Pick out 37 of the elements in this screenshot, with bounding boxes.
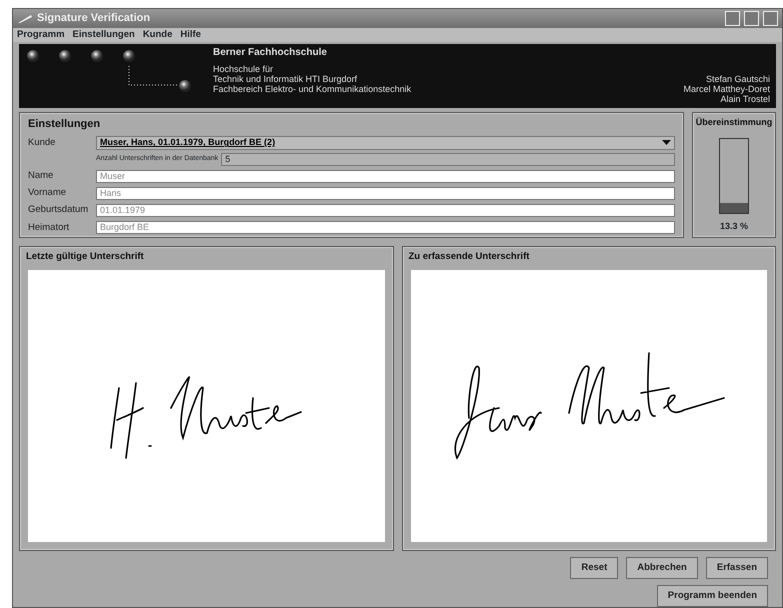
panel-title: Zu erfassende Unterschrift (408, 250, 530, 264)
school-line: Fachbereich Elektro- und Kommunikationstechnik (213, 84, 412, 94)
window-title: Signature Verification (37, 11, 150, 26)
school-line: Hochschule für (213, 64, 274, 74)
author-name: Stefan Gautschi (706, 74, 770, 84)
exit-button[interactable]: Programm beenden (656, 584, 768, 607)
caret-icon (662, 140, 671, 146)
panel-title: Übereinstimmung (694, 116, 774, 130)
input-field[interactable]: Burgdorf BE (96, 221, 675, 234)
customer-dropdown[interactable]: Muser, Hans, 01.01.1979, Burgdorf BE (2) (96, 136, 675, 150)
panel-title: Einstellungen (28, 117, 102, 132)
minimize-button[interactable] (725, 11, 740, 26)
match-reading: 13.3 % (720, 220, 748, 233)
author-name: Alain Trostel (720, 94, 770, 104)
panel-title: Letzte gültige Unterschrift (26, 250, 144, 264)
action-button[interactable]: Reset (570, 556, 618, 579)
maximize-button[interactable] (744, 11, 759, 26)
school-name: Berner Fachhochschule (213, 48, 328, 58)
field-label: Geburtsdatum (28, 203, 90, 218)
field-label: Vorname (28, 186, 68, 200)
field-label: Kunde (28, 136, 56, 150)
field-label: Heimatort (28, 220, 70, 235)
input-field[interactable]: Hans (96, 186, 675, 200)
action-button[interactable]: Abbrechen (626, 556, 698, 579)
school-line: Technik und Informatik HTI Burgdorf (213, 74, 358, 84)
menu-item[interactable]: Programm (17, 28, 65, 42)
menu-item[interactable]: Kunde (142, 28, 172, 42)
input-field[interactable]: Muser (96, 170, 675, 183)
action-button[interactable]: Erfassen (706, 556, 768, 579)
menu-item[interactable]: Hilfe (180, 28, 201, 42)
count-field: 5 (221, 152, 675, 166)
input-field[interactable]: 01.01.1979 (96, 204, 675, 218)
author-name: Marcel Matthey-Doret (683, 84, 770, 94)
menu-item[interactable]: Einstellungen (72, 28, 135, 42)
close-button[interactable] (763, 11, 778, 26)
pen-icon (17, 14, 33, 24)
field-label: Name (28, 168, 54, 183)
